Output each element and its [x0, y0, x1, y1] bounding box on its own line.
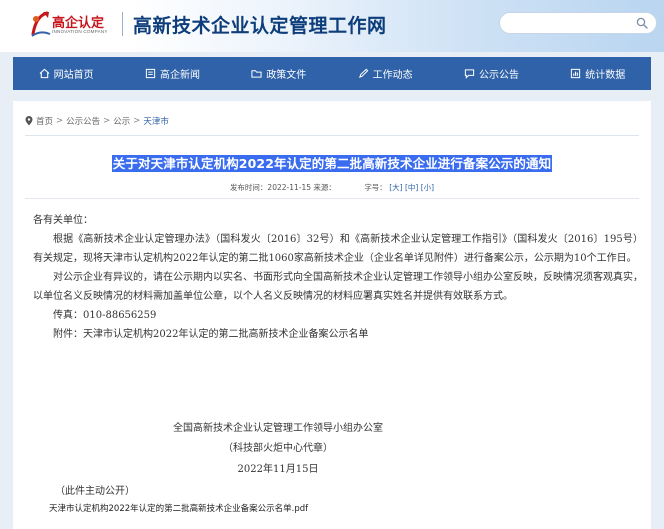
paragraph-2: 对公示企业有异议的，请在公示期内以实名、书面形式向全国高新技术企业认定管理工作领…: [33, 272, 643, 302]
nav-item-notice[interactable]: 公示公告: [438, 57, 544, 90]
logo-mark-icon: [31, 11, 51, 37]
article-body: 各有关单位： 根据《高新技术企业认定管理办法》（国科发火〔2016〕32号）和《…: [33, 211, 643, 344]
attachment-link[interactable]: 天津市认定机构2022年认定的第二批高新技术企业备案公示名单.pdf: [49, 502, 308, 514]
nav-item-label: 工作动态: [372, 70, 413, 81]
chat-icon: [464, 69, 475, 79]
font-size-small[interactable]: [小]: [421, 183, 434, 192]
home-icon: [39, 68, 50, 79]
nav-item-label: 网站首页: [53, 70, 94, 81]
logo-subtext: INNOVATION COMPANY: [52, 29, 108, 34]
news-icon: [145, 68, 156, 79]
article-meta: 发布时间：2022-11-15 来源： 字号： [大] [中] [小]: [13, 182, 651, 193]
article-title: 关于对天津市认定机构2022年认定的第二批高新技术企业进行备案公示的通知: [13, 153, 651, 172]
nav-item-label: 公示公告: [478, 70, 519, 81]
fax-line: 传真：010-88656259: [53, 310, 157, 321]
breadcrumb: 首页 > 公示公告 > 公示 > 天津市: [25, 115, 169, 127]
font-size-label: 字号：: [364, 183, 387, 192]
paragraph-1: 根据《高新技术企业认定管理办法》（国科发火〔2016〕32号）和《高新技术企业认…: [33, 234, 643, 264]
nav-item-stats[interactable]: 统计数据: [545, 57, 651, 90]
open-note: （此件主动公开）: [55, 486, 135, 497]
nav-item-news[interactable]: 高企新闻: [119, 57, 225, 90]
breadcrumb-divider: [25, 135, 639, 136]
nav-item-label: 政策文件: [266, 70, 307, 81]
site-logo[interactable]: 高企认定 INNOVATION COMPANY: [30, 8, 118, 44]
nav-item-policy[interactable]: 政策文件: [226, 57, 332, 90]
nav-item-label: 统计数据: [585, 70, 626, 81]
breadcrumb-notice[interactable]: 公示公告: [66, 115, 100, 127]
sign-agent: （科技部火炬中心代章）: [223, 443, 333, 454]
nav-item-work[interactable]: 工作动态: [332, 57, 438, 90]
site-title: 高新技术企业认定管理工作网: [133, 15, 387, 37]
sign-organization: 全国高新技术企业认定管理工作领导小组办公室: [173, 423, 383, 434]
font-size-large[interactable]: [大]: [389, 183, 402, 192]
font-size-medium[interactable]: [中]: [405, 183, 418, 192]
greeting: 各有关单位：: [33, 215, 93, 226]
breadcrumb-publicity[interactable]: 公示: [113, 115, 130, 127]
breadcrumb-current[interactable]: 天津市: [143, 115, 169, 127]
location-pin-icon: [25, 116, 33, 126]
article-title-text: 关于对天津市认定机构2022年认定的第二批高新技术企业进行备案公示的通知: [111, 155, 553, 172]
nav-item-home[interactable]: 网站首页: [13, 57, 119, 90]
breadcrumb-separator: >: [56, 116, 64, 126]
publish-info: 发布时间：2022-11-15 来源：: [229, 183, 336, 192]
header-divider: [122, 12, 123, 36]
meta-divider: [25, 198, 639, 199]
breadcrumb-home[interactable]: 首页: [36, 115, 53, 127]
search-input[interactable]: [499, 12, 657, 34]
main-nav: 网站首页 高企新闻 政策文件 工作动态 公示公告 统计数据: [13, 57, 651, 90]
pen-icon: [358, 68, 368, 79]
sign-date: 2022年11月15日: [237, 464, 319, 475]
folder-icon: [251, 70, 262, 78]
attachment-line: 附件：天津市认定机构2022年认定的第二批高新技术企业备案公示名单: [53, 329, 369, 340]
search-icon[interactable]: [636, 17, 648, 29]
nav-item-label: 高企新闻: [159, 70, 200, 81]
chart-icon: [571, 68, 581, 79]
site-header: 高企认定 INNOVATION COMPANY 高新技术企业认定管理工作网: [0, 0, 664, 52]
article-card: 首页 > 公示公告 > 公示 > 天津市 关于对天津市认定机构2022年认定的第…: [13, 101, 651, 529]
breadcrumb-separator: >: [103, 116, 111, 126]
breadcrumb-separator: >: [133, 116, 141, 126]
